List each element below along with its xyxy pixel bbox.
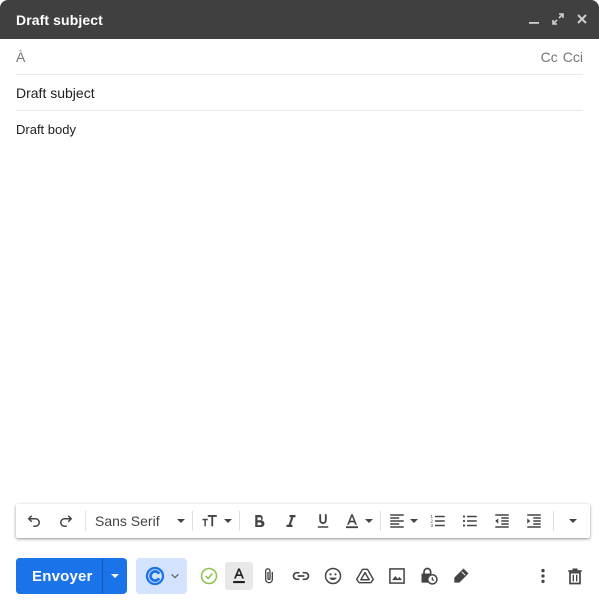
window-actions — [525, 10, 591, 28]
indent-more-button[interactable] — [518, 507, 550, 535]
bold-button[interactable] — [243, 507, 275, 535]
text-color-button[interactable] — [339, 507, 377, 535]
align-button[interactable] — [384, 507, 422, 535]
discard-draft-button[interactable] — [559, 560, 591, 592]
bulleted-list-icon — [462, 515, 477, 527]
message-body[interactable]: Draft body — [16, 122, 583, 492]
body-text: Draft body — [16, 122, 76, 137]
toolbar-divider — [553, 511, 554, 531]
to-input[interactable] — [33, 48, 541, 65]
fullscreen-button[interactable] — [549, 10, 567, 28]
indent-less-button[interactable] — [486, 507, 518, 535]
attach-file-button[interactable] — [253, 560, 285, 592]
toolbar-divider — [239, 511, 240, 531]
insert-emoji-button[interactable] — [317, 560, 349, 592]
font-family-select[interactable]: Sans Serif — [89, 507, 189, 535]
toolbar-divider — [380, 511, 381, 531]
confidential-mode-button[interactable] — [413, 560, 445, 592]
font-family-value: Sans Serif — [95, 513, 160, 529]
compose-title: Draft subject — [16, 11, 103, 28]
indent-less-icon — [495, 514, 509, 528]
formatting-options-button[interactable] — [225, 562, 253, 590]
send-options-button[interactable] — [102, 558, 127, 594]
pen-icon — [454, 568, 469, 583]
drive-icon — [355, 568, 375, 584]
cc-links: Cc Cci — [541, 49, 583, 65]
to-row: À Cc Cci — [16, 39, 583, 75]
align-left-icon — [390, 514, 404, 528]
more-vert-icon — [541, 568, 545, 584]
caret-down-icon — [111, 574, 119, 578]
insert-link-button[interactable] — [285, 560, 317, 592]
undo-button[interactable] — [18, 507, 50, 535]
bold-icon — [255, 515, 265, 528]
lock-clock-icon — [421, 567, 438, 585]
close-button[interactable] — [573, 10, 591, 28]
font-size-button[interactable] — [196, 507, 236, 535]
italic-icon — [286, 515, 296, 527]
underline-icon — [317, 514, 329, 528]
underline-button[interactable] — [307, 507, 339, 535]
caret-down-icon — [177, 519, 185, 523]
extension-c-icon — [145, 566, 164, 586]
undo-icon — [27, 515, 40, 527]
subject-row[interactable]: Draft subject — [16, 75, 583, 111]
paperclip-icon — [265, 568, 273, 584]
check-circle-icon — [200, 567, 218, 585]
cc-link[interactable]: Cc — [541, 49, 558, 65]
toolbar-divider — [85, 511, 86, 531]
redo-icon — [60, 515, 73, 527]
compose-actions-bar: Envoyer — [16, 558, 591, 594]
subject-input[interactable]: Draft subject — [16, 85, 95, 101]
numbered-list-icon: 123 — [431, 514, 445, 528]
numbered-list-button[interactable]: 123 — [422, 507, 454, 535]
italic-button[interactable] — [275, 507, 307, 535]
bulleted-list-button[interactable] — [454, 507, 486, 535]
trash-icon — [568, 568, 582, 585]
compose-header: Draft subject — [0, 0, 599, 39]
extension-button[interactable] — [136, 558, 187, 594]
image-icon — [389, 568, 405, 584]
insert-drive-button[interactable] — [349, 560, 381, 592]
chevron-down-icon — [170, 573, 179, 579]
insert-photo-button[interactable] — [381, 560, 413, 592]
emoji-icon — [324, 567, 342, 585]
expand-icon — [552, 13, 564, 25]
caret-down-icon — [410, 519, 418, 523]
redo-button[interactable] — [50, 507, 82, 535]
caret-down-icon — [224, 519, 232, 523]
chevron-down-icon — [569, 519, 577, 523]
insert-signature-button[interactable] — [445, 560, 477, 592]
formatting-toolbar: Sans Serif 123 — [16, 504, 590, 538]
minimize-icon — [529, 22, 539, 24]
send-button-group: Envoyer — [16, 558, 127, 594]
check-button[interactable] — [193, 560, 225, 592]
minimize-button[interactable] — [525, 10, 543, 28]
indent-more-icon — [527, 514, 541, 528]
font-size-icon — [202, 515, 217, 527]
text-color-icon — [346, 514, 358, 529]
close-icon — [577, 14, 587, 24]
caret-down-icon — [365, 519, 373, 523]
bcc-link[interactable]: Cci — [563, 49, 583, 65]
text-format-icon — [233, 568, 245, 584]
send-button[interactable]: Envoyer — [16, 558, 102, 594]
toolbar-divider — [192, 511, 193, 531]
svg-text:3: 3 — [431, 523, 434, 528]
link-icon — [292, 571, 310, 581]
more-formatting-button[interactable] — [557, 507, 589, 535]
to-label: À — [16, 48, 26, 65]
more-options-button[interactable] — [527, 560, 559, 592]
